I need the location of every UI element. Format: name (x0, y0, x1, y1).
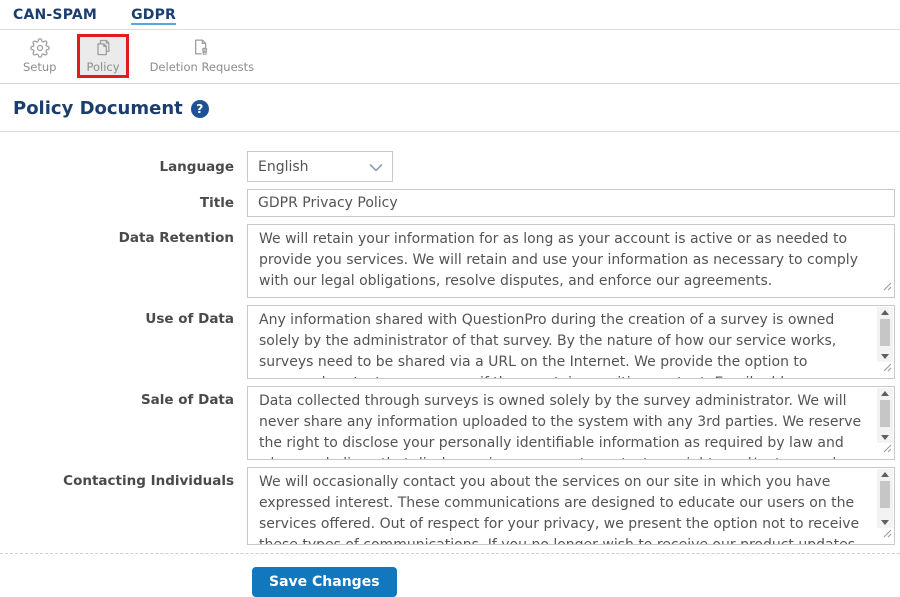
toolbar-deletion-requests-label: Deletion Requests (149, 60, 255, 74)
scrollbar-thumb[interactable] (880, 481, 890, 508)
scroll-up-arrow-icon[interactable] (881, 472, 889, 477)
scrollbar-thumb[interactable] (880, 319, 890, 346)
sale-of-data-textarea[interactable]: Data collected through surveys is owned … (247, 386, 895, 460)
save-changes-button[interactable]: Save Changes (252, 567, 397, 597)
toolbar-setup-label: Setup (23, 60, 57, 74)
contacting-individuals-label: Contacting Individuals (63, 473, 234, 489)
use-of-data-text[interactable]: Any information shared with QuestionPro … (248, 306, 876, 378)
language-label: Language (159, 158, 234, 175)
resize-grip-icon[interactable] (883, 357, 892, 376)
title-input[interactable] (247, 189, 895, 217)
resize-grip-icon[interactable] (883, 438, 892, 457)
sale-of-data-text[interactable]: Data collected through surveys is owned … (248, 387, 876, 459)
resize-grip-icon[interactable] (883, 523, 892, 542)
top-tab-bar: CAN-SPAM GDPR (0, 0, 900, 30)
toolbar-item-policy[interactable]: Policy (77, 34, 129, 78)
sale-of-data-label: Sale of Data (140, 392, 234, 408)
toolbar-item-deletion-requests[interactable]: Deletion Requests (141, 34, 264, 78)
page-title: Policy Document (13, 98, 183, 119)
contacting-individuals-row: Contacting Individuals We will occasiona… (0, 467, 900, 545)
use-of-data-label: Use of Data (145, 311, 234, 327)
toolbar-item-setup[interactable]: Setup (14, 34, 65, 78)
use-of-data-row: Use of Data Any information shared with … (0, 305, 900, 379)
textarea-scrollbar[interactable] (877, 307, 893, 362)
scroll-up-arrow-icon[interactable] (881, 391, 889, 396)
resize-grip-icon[interactable] (883, 276, 892, 295)
gear-icon (30, 38, 50, 58)
textarea-scrollbar[interactable] (877, 388, 893, 443)
page-heading-row: Policy Document ? (0, 84, 900, 131)
tab-can-spam[interactable]: CAN-SPAM (13, 7, 97, 23)
form-footer-divider (0, 553, 900, 554)
data-retention-textarea[interactable]: We will retain your information for as l… (247, 224, 895, 298)
data-retention-label: Data Retention (118, 230, 234, 246)
use-of-data-textarea[interactable]: Any information shared with QuestionPro … (247, 305, 895, 379)
contacting-individuals-text[interactable]: We will occasionally contact you about t… (248, 468, 876, 544)
document-pages-icon (93, 38, 113, 58)
chevron-down-icon (369, 157, 383, 176)
scrollbar-thumb[interactable] (880, 400, 890, 427)
title-label: Title (199, 195, 234, 211)
language-selected-value: English (258, 158, 309, 175)
document-trash-icon (191, 38, 212, 58)
scroll-up-arrow-icon[interactable] (881, 310, 889, 315)
sale-of-data-row: Sale of Data Data collected through surv… (0, 386, 900, 460)
help-icon[interactable]: ? (190, 99, 209, 118)
language-row: Language English (0, 151, 900, 182)
tab-gdpr[interactable]: GDPR (131, 7, 176, 23)
policy-document-form: Language English Title Data Retention We… (0, 132, 900, 597)
language-select[interactable]: English (247, 151, 393, 182)
toolbar-policy-label: Policy (86, 60, 120, 74)
title-row: Title (0, 189, 900, 217)
contacting-individuals-textarea[interactable]: We will occasionally contact you about t… (247, 467, 895, 545)
data-retention-row: Data Retention We will retain your infor… (0, 224, 900, 298)
data-retention-text[interactable]: We will retain your information for as l… (248, 225, 894, 297)
textarea-scrollbar[interactable] (877, 469, 893, 528)
gdpr-toolbar: Setup Policy Deletion Requests (0, 30, 900, 84)
